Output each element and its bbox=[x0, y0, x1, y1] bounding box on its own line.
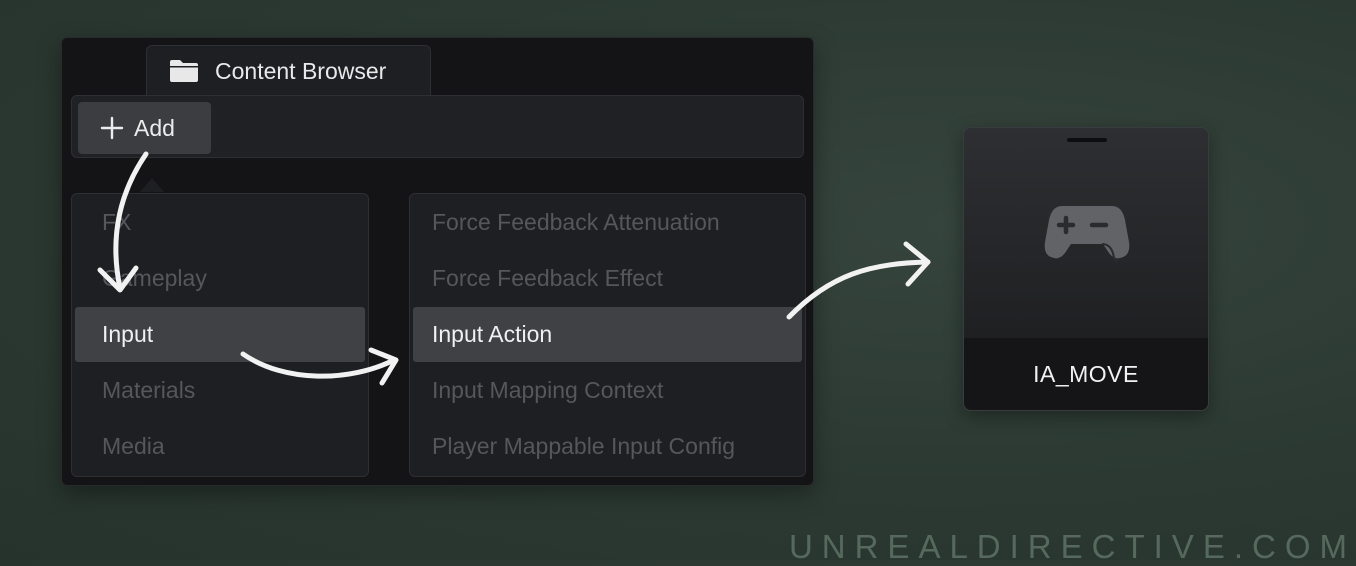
submenu-item-input-mapping-context[interactable]: Input Mapping Context bbox=[413, 363, 802, 418]
input-submenu: Force Feedback Attenuation Force Feedbac… bbox=[409, 193, 806, 477]
asset-card[interactable]: IA_MOVE bbox=[963, 127, 1209, 411]
submenu-item-force-feedback-effect[interactable]: Force Feedback Effect bbox=[413, 251, 802, 306]
folder-icon bbox=[170, 60, 198, 82]
submenu-item-input-action[interactable]: Input Action bbox=[413, 307, 802, 362]
content-browser-window: Content Browser Add FX Gameplay Input Ma… bbox=[61, 37, 814, 486]
asset-type-bar bbox=[1067, 138, 1107, 142]
watermark: UNREALDIRECTIVE.COM bbox=[788, 528, 1356, 565]
add-button-label: Add bbox=[134, 114, 175, 141]
menu-item-gameplay[interactable]: Gameplay bbox=[75, 251, 365, 306]
menu-item-materials[interactable]: Materials bbox=[75, 363, 365, 418]
asset-label-area: IA_MOVE bbox=[964, 338, 1208, 410]
tab-content-browser[interactable]: Content Browser bbox=[146, 45, 431, 96]
gamepad-icon bbox=[1044, 206, 1130, 262]
menu-item-media[interactable]: Media bbox=[75, 419, 365, 474]
asset-name: IA_MOVE bbox=[1033, 360, 1139, 387]
menu-caret bbox=[140, 178, 164, 192]
plus-icon bbox=[100, 116, 124, 140]
menu-item-input[interactable]: Input bbox=[75, 307, 365, 362]
asset-thumbnail bbox=[964, 128, 1208, 338]
tab-title: Content Browser bbox=[215, 57, 387, 84]
toolbar: Add bbox=[71, 95, 804, 158]
add-button[interactable]: Add bbox=[78, 102, 211, 154]
category-menu: FX Gameplay Input Materials Media bbox=[71, 193, 369, 477]
submenu-item-force-feedback-attenuation[interactable]: Force Feedback Attenuation bbox=[413, 195, 802, 250]
menu-item-fx[interactable]: FX bbox=[75, 195, 365, 250]
submenu-item-player-mappable-input-config[interactable]: Player Mappable Input Config bbox=[413, 419, 802, 474]
